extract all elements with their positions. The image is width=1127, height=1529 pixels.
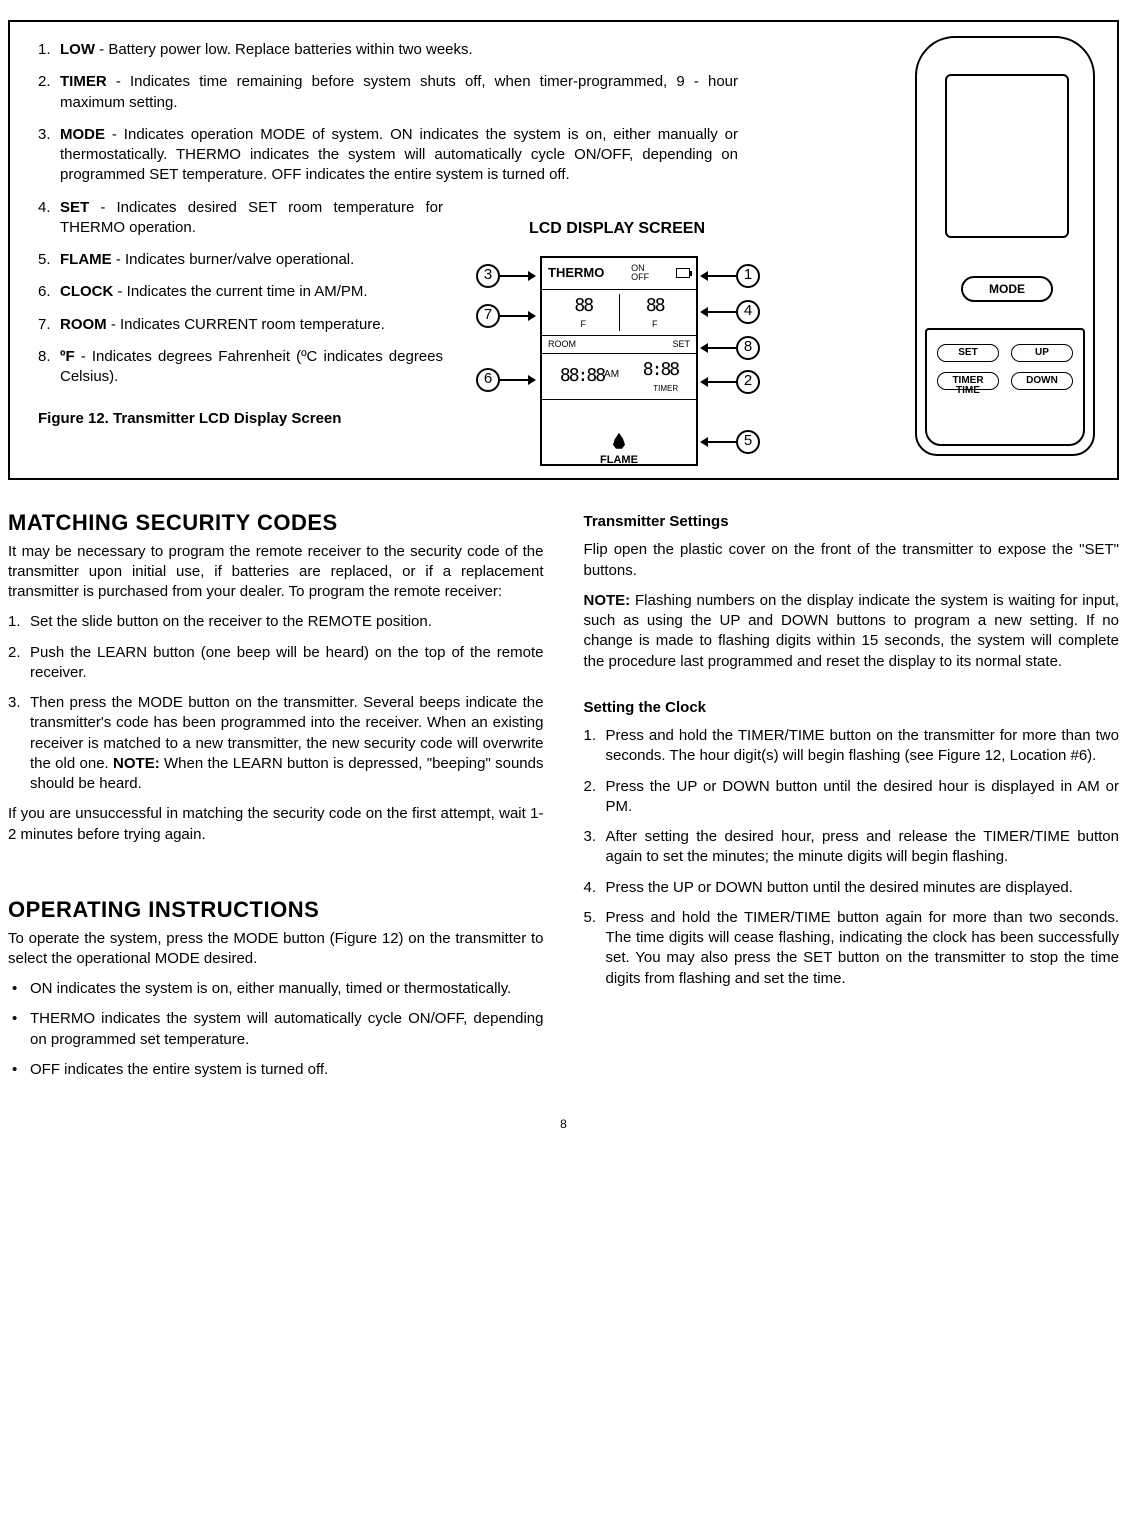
flame-icon [613,433,625,449]
matching-steps: Set the slide button on the receiver to … [8,612,544,794]
clock-step-3: After setting the desired hour, press an… [584,827,1120,868]
mode-button[interactable]: MODE [961,276,1053,302]
up-button[interactable]: UP [1011,344,1073,362]
operating-intro: To operate the system, press the MODE bu… [8,929,544,970]
match-step-3: Then press the MODE button on the transm… [8,693,544,794]
tx-p1: Flip open the plastic cover on the front… [584,540,1120,581]
figure-12-box: LOW - Battery power low. Replace batteri… [8,20,1119,480]
left-column: MATCHING SECURITY CODES It may be necess… [8,508,544,1090]
clock-steps: Press and hold the TIMER/TIME button on … [584,726,1120,989]
op-bul-off: OFF indicates the entire system is turne… [8,1060,544,1080]
callout-5: 5 [700,430,760,454]
operating-bullets: ON indicates the system is on, either ma… [8,979,544,1080]
clock-step-4: Press the UP or DOWN button until the de… [584,878,1120,898]
transmitter-settings-heading: Transmitter Settings [584,512,1120,532]
page-number: 8 [8,1116,1119,1132]
match-step-2: Push the LEARN button (one beep will be … [8,643,544,684]
callout-2: 2 [700,370,760,394]
lcd-heading: LCD DISPLAY SCREEN [462,218,772,240]
def-timer: TIMER - Indicates time remaining before … [38,72,738,113]
matching-codes-outro: If you are unsuccessful in matching the … [8,804,544,845]
setting-clock-heading: Setting the Clock [584,698,1120,718]
operating-heading: OPERATING INSTRUCTIONS [8,895,544,925]
lcd-thermo-label: THERMO [548,264,604,282]
remote-screen [945,74,1069,238]
match-step-1: Set the slide button on the receiver to … [8,612,544,632]
callout-6: 6 [476,368,536,392]
tx-note: NOTE: Flashing numbers on the display in… [584,591,1120,672]
op-bul-thermo: THERMO indicates the system will automat… [8,1009,544,1050]
lcd-screen: THERMO ONOFF 88F 88F ROOM SET 88:88AM 8:… [540,256,698,466]
clock-step-5: Press and hold the TIMER/TIME button aga… [584,908,1120,989]
callout-1: 1 [700,264,760,288]
callout-7: 7 [476,304,536,328]
def-flame: FLAME - Indicates burner/valve operation… [38,250,443,270]
callout-8: 8 [700,336,760,360]
def-set: SET - Indicates desired SET room tempera… [38,198,443,239]
clock-step-1: Press and hold the TIMER/TIME button on … [584,726,1120,767]
matching-codes-intro: It may be necessary to program the remot… [8,542,544,603]
time-label: TIME [956,384,980,398]
down-button[interactable]: DOWN [1011,372,1073,390]
def-low: LOW - Battery power low. Replace batteri… [38,40,738,60]
callout-4: 4 [700,300,760,324]
def-clock: CLOCK - Indicates the current time in AM… [38,282,443,302]
set-button[interactable]: SET [937,344,999,362]
remote-illustration: MODE SET UP TIMER TIME DOWN [905,36,1105,466]
remote-cover: SET UP TIMER TIME DOWN [925,328,1085,446]
lcd-diagram: LCD DISPLAY SCREEN THERMO ONOFF 88F 88F … [462,218,772,490]
body-columns: MATCHING SECURITY CODES It may be necess… [8,508,1119,1090]
battery-icon [676,268,690,278]
clock-step-2: Press the UP or DOWN button until the de… [584,777,1120,818]
right-column: Transmitter Settings Flip open the plast… [584,508,1120,1090]
def-degf: ºF - Indicates degrees Fahrenheit (ºC in… [38,347,443,388]
op-bul-on: ON indicates the system is on, either ma… [8,979,544,999]
def-mode: MODE - Indicates operation MODE of syste… [38,125,738,186]
callout-3: 3 [476,264,536,288]
matching-codes-heading: MATCHING SECURITY CODES [8,508,544,538]
def-room: ROOM - Indicates CURRENT room temperatur… [38,315,443,335]
